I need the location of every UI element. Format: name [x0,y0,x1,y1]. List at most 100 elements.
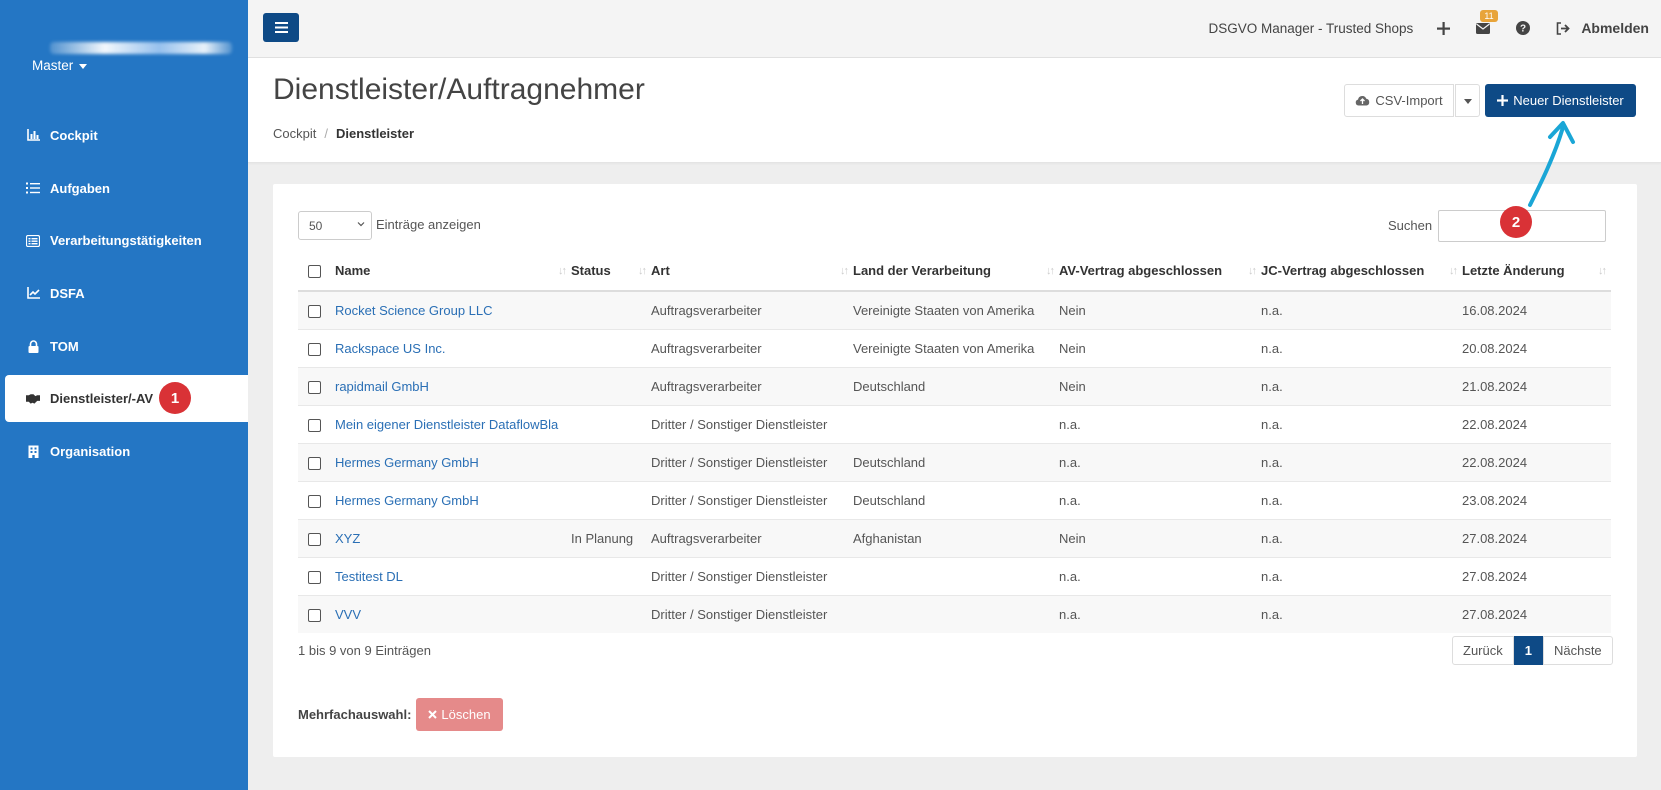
cell-letzte-aenderung: 22.08.2024 [1462,404,1611,443]
cell-art: Auftragsverarbeiter [651,366,853,405]
bulk-delete-label: Löschen [441,707,491,722]
cell-status [571,594,651,633]
cell-letzte-aenderung: 22.08.2024 [1462,442,1611,481]
pagination-page-1[interactable]: 1 [1513,636,1543,665]
sidebar-item-aufgaben[interactable]: Aufgaben [0,162,248,215]
help-icon[interactable]: ? [1516,21,1531,35]
mail-button[interactable]: 11 [1476,9,1498,34]
page-length-select[interactable]: 50 [298,211,372,240]
cell-letzte-aenderung: 27.08.2024 [1462,594,1611,633]
table-row[interactable]: Mein eigener Dienstleister DataflowBla Dr… [298,404,1611,443]
logout-button[interactable]: Abmelden [1556,20,1649,36]
provider-link[interactable]: Mein eigener Dienstleister DataflowBla [335,417,558,432]
cell-av-vertrag: Nein [1059,518,1261,557]
provider-link[interactable]: Testitest DL [335,569,403,584]
row-select-cell [298,404,335,443]
sidebar-item-cockpit[interactable]: Cockpit [0,109,248,162]
row-checkbox[interactable] [308,494,321,508]
bulk-delete-button[interactable]: Löschen [416,698,503,731]
row-checkbox[interactable] [308,342,321,356]
cell-jc-vertrag: n.a. [1261,480,1462,519]
breadcrumb-home[interactable]: Cockpit [273,126,316,141]
table-row[interactable]: rapidmail GmbH Auftragsverarbeiter Deutsch… [298,366,1611,405]
row-checkbox[interactable] [308,380,321,394]
cell-av-vertrag: n.a. [1059,594,1261,633]
chevron-down-icon [357,222,365,227]
provider-link[interactable]: Rocket Science Group LLC [335,303,493,318]
column-header-land[interactable]: Land der Verarbeitung ↓↑ [853,251,1059,292]
csv-import-button[interactable]: CSV-Import [1344,84,1454,117]
cell-art: Auftragsverarbeiter [651,290,853,329]
cell-av-vertrag: Nein [1059,290,1261,329]
provider-link[interactable]: VVV [335,607,361,622]
chart-line-icon [26,286,40,300]
cell-land: Deutschland [853,366,1059,405]
account-switcher[interactable]: Master [32,58,88,73]
row-checkbox[interactable] [308,418,321,432]
sort-icon: ↓↑ [638,265,647,277]
row-checkbox[interactable] [308,532,321,546]
chart-bar-icon [26,128,40,142]
cell-art: Dritter / Sonstiger Dienstleister [651,480,853,519]
table-row[interactable]: Rocket Science Group LLC Auftragsverarbei… [298,290,1611,329]
new-service-provider-button[interactable]: Neuer Dienstleister [1485,84,1636,117]
table-row[interactable]: XYZ In Planung Auftragsverarbeiter Afghanis… [298,518,1611,557]
cell-jc-vertrag: n.a. [1261,594,1462,633]
provider-link[interactable]: XYZ [335,531,360,546]
breadcrumb-separator: / [324,126,328,141]
table-row[interactable]: Hermes Germany GmbH Dritter / Sonstiger D… [298,480,1611,519]
row-checkbox[interactable] [308,608,321,622]
table-row[interactable]: VVV Dritter / Sonstiger Dienstleister n.a.… [298,594,1611,633]
menu-toggle-button[interactable] [263,13,299,42]
cell-jc-vertrag: n.a. [1261,518,1462,557]
sidebar-item-dienstleister[interactable]: Dienstleister/-AV 1 [5,375,248,423]
sidebar: Master Cockpit Aufgaben Verarbeitungstät… [0,0,248,790]
table-header-row: Name ↓↑ Status ↓↑ Art ↓↑ Land der Verarbeit… [298,251,1611,292]
sidebar-item-organisation[interactable]: Organisation [0,425,248,478]
row-checkbox[interactable] [308,304,321,318]
row-checkbox[interactable] [308,570,321,584]
sidebar-item-label: Dienstleister/-AV [50,391,154,407]
column-header-letzte-aenderung[interactable]: Letzte Änderung ↓↑ [1462,251,1611,292]
page-length-label: Einträge anzeigen [376,217,481,232]
provider-link[interactable]: Hermes Germany GmbH [335,493,479,508]
plus-icon[interactable] [1437,21,1451,35]
page-title: Dienstleister/Auftragnehmer [273,73,645,106]
cell-land: Deutschland [853,480,1059,519]
row-checkbox[interactable] [308,456,321,470]
pagination-next[interactable]: Nächste [1542,636,1613,665]
sidebar-item-dsfa[interactable]: DSFA [0,267,248,320]
svg-text:?: ? [1520,24,1526,35]
sort-icon: ↓↑ [1598,265,1607,277]
list-check-icon [26,181,40,195]
provider-link[interactable]: rapidmail GmbH [335,379,429,394]
column-header-name[interactable]: Name ↓↑ [335,251,571,292]
cell-land [853,594,1059,633]
provider-link[interactable]: Rackspace US Inc. [335,341,446,356]
provider-link[interactable]: Hermes Germany GmbH [335,455,479,470]
table-row[interactable]: Hermes Germany GmbH Dritter / Sonstiger D… [298,442,1611,481]
select-all-checkbox[interactable] [308,265,321,279]
column-header-status[interactable]: Status ↓↑ [571,251,651,292]
app-link[interactable]: DSGVO Manager - Trusted Shops [1208,21,1413,36]
column-header-av-vertrag[interactable]: AV-Vertrag abgeschlossen ↓↑ [1059,251,1261,292]
cell-letzte-aenderung: 27.08.2024 [1462,518,1611,557]
cell-letzte-aenderung: 27.08.2024 [1462,556,1611,595]
pagination-prev[interactable]: Zurück [1452,636,1514,665]
cell-art: Dritter / Sonstiger Dienstleister [651,556,853,595]
sidebar-item-verarbeitungstaetigkeiten[interactable]: Verarbeitungstätigkeiten [0,214,248,267]
cell-jc-vertrag: n.a. [1261,404,1462,443]
logout-label: Abmelden [1581,20,1649,36]
table-info: 1 bis 9 von 9 Einträgen [298,643,431,658]
cell-jc-vertrag: n.a. [1261,366,1462,405]
table-row[interactable]: Testitest DL Dritter / Sonstiger Dienstle… [298,556,1611,595]
sidebar-item-tom[interactable]: TOM [0,320,248,373]
brand-logo[interactable] [50,42,232,54]
csv-options-toggle[interactable] [1455,84,1480,117]
close-icon [428,710,438,719]
table-row[interactable]: Rackspace US Inc. Auftragsverarbeiter Vere… [298,328,1611,367]
column-header-jc-vertrag[interactable]: JC-Vertrag abgeschlossen ↓↑ [1261,251,1462,292]
cell-status: In Planung [571,518,651,557]
column-header-art[interactable]: Art ↓↑ [651,251,853,292]
building-icon [26,445,40,459]
